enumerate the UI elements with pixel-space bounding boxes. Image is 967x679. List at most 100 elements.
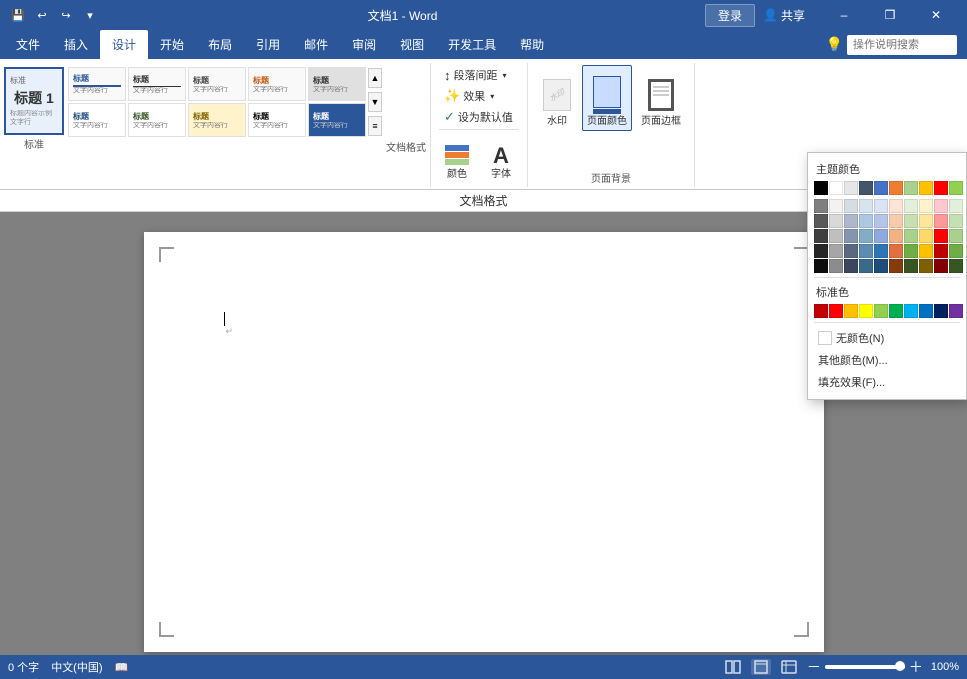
- color-cell[interactable]: [874, 181, 888, 195]
- colors-button[interactable]: 颜色: [439, 132, 475, 184]
- shade-cell[interactable]: [919, 259, 933, 273]
- shade-cell[interactable]: [859, 199, 873, 213]
- standard-color-cell[interactable]: [844, 304, 858, 318]
- style-item-9[interactable]: 标题 文字内容行: [248, 103, 306, 137]
- shade-cell[interactable]: [919, 214, 933, 228]
- shade-cell[interactable]: [919, 229, 933, 243]
- undo-icon[interactable]: ↩: [32, 5, 52, 25]
- standard-color-cell[interactable]: [904, 304, 918, 318]
- no-color-item[interactable]: 无颜色(N): [814, 327, 960, 349]
- tab-home[interactable]: 开始: [148, 30, 196, 59]
- fill-effects-item[interactable]: 填充效果(F)...: [814, 371, 960, 393]
- shade-cell[interactable]: [949, 199, 963, 213]
- shade-cell[interactable]: [904, 214, 918, 228]
- shade-cell[interactable]: [889, 199, 903, 213]
- shade-cell[interactable]: [934, 214, 948, 228]
- style-item-4[interactable]: 标题 文字内容行: [248, 67, 306, 101]
- gallery-scroll-up[interactable]: ▲: [368, 68, 382, 88]
- shade-cell[interactable]: [904, 199, 918, 213]
- standard-color-cell[interactable]: [859, 304, 873, 318]
- tab-view[interactable]: 视图: [388, 30, 436, 59]
- style-item-7[interactable]: 标题 文字内容行: [128, 103, 186, 137]
- redo-icon[interactable]: ↪: [56, 5, 76, 25]
- shade-cell[interactable]: [949, 214, 963, 228]
- shade-cell[interactable]: [829, 214, 843, 228]
- tab-layout[interactable]: 布局: [196, 30, 244, 59]
- shade-cell[interactable]: [934, 259, 948, 273]
- more-colors-item[interactable]: 其他颜色(M)...: [814, 349, 960, 371]
- shade-cell[interactable]: [874, 229, 888, 243]
- gallery-expand[interactable]: ≡: [368, 116, 382, 136]
- tab-developer[interactable]: 开发工具: [436, 30, 508, 59]
- shade-cell[interactable]: [844, 229, 858, 243]
- standard-color-cell[interactable]: [934, 304, 948, 318]
- standard-color-cell[interactable]: [874, 304, 888, 318]
- shade-cell[interactable]: [829, 229, 843, 243]
- document-page[interactable]: ↵: [144, 232, 824, 652]
- color-cell[interactable]: [904, 181, 918, 195]
- login-button[interactable]: 登录: [705, 4, 755, 27]
- gallery-scroll-down[interactable]: ▼: [368, 92, 382, 112]
- style-item-10[interactable]: 标题 文字内容行: [308, 103, 366, 137]
- style-item-8[interactable]: 标题 文字内容行: [188, 103, 246, 137]
- page-color-button[interactable]: 页面颜色: [582, 65, 632, 131]
- color-cell[interactable]: [949, 181, 963, 195]
- watermark-button[interactable]: 水印 水印: [536, 65, 578, 131]
- shade-cell[interactable]: [949, 229, 963, 243]
- shade-cell[interactable]: [889, 244, 903, 258]
- set-default-button[interactable]: ✓ 设为默认值: [439, 107, 519, 127]
- color-cell[interactable]: [814, 181, 828, 195]
- standard-color-cell[interactable]: [949, 304, 963, 318]
- shade-cell[interactable]: [859, 229, 873, 243]
- color-cell[interactable]: [889, 181, 903, 195]
- standard-color-cell[interactable]: [919, 304, 933, 318]
- tab-design[interactable]: 设计: [100, 30, 148, 59]
- style-item-2[interactable]: 标题 文字内容行: [128, 67, 186, 101]
- shade-cell[interactable]: [874, 199, 888, 213]
- customize-quick-access-icon[interactable]: ▾: [80, 5, 100, 25]
- shade-cell[interactable]: [904, 244, 918, 258]
- shade-cell[interactable]: [889, 214, 903, 228]
- print-layout-button[interactable]: [751, 659, 771, 675]
- shade-cell[interactable]: [949, 244, 963, 258]
- shade-cell[interactable]: [814, 229, 828, 243]
- color-cell[interactable]: [829, 181, 843, 195]
- shade-cell[interactable]: [859, 244, 873, 258]
- shade-cell[interactable]: [814, 214, 828, 228]
- shade-cell[interactable]: [844, 259, 858, 273]
- tab-review[interactable]: 审阅: [340, 30, 388, 59]
- save-icon[interactable]: 💾: [8, 5, 28, 25]
- shade-cell[interactable]: [874, 214, 888, 228]
- tab-references[interactable]: 引用: [244, 30, 292, 59]
- shade-cell[interactable]: [919, 244, 933, 258]
- shade-cell[interactable]: [934, 244, 948, 258]
- effects-button[interactable]: ✨ 效果 ▾: [439, 86, 519, 106]
- shade-cell[interactable]: [829, 259, 843, 273]
- search-input[interactable]: [847, 35, 957, 55]
- minimize-button[interactable]: –: [821, 0, 867, 30]
- color-cell[interactable]: [934, 181, 948, 195]
- shade-cell[interactable]: [859, 214, 873, 228]
- shade-cell[interactable]: [844, 199, 858, 213]
- shade-cell[interactable]: [829, 244, 843, 258]
- tab-help[interactable]: 帮助: [508, 30, 556, 59]
- shade-cell[interactable]: [889, 229, 903, 243]
- style-item-3[interactable]: 标题 文字内容行: [188, 67, 246, 101]
- shade-cell[interactable]: [934, 199, 948, 213]
- tab-file[interactable]: 文件: [4, 30, 52, 59]
- shade-cell[interactable]: [949, 259, 963, 273]
- shade-cell[interactable]: [889, 259, 903, 273]
- color-cell[interactable]: [844, 181, 858, 195]
- share-button[interactable]: 👤 共享: [763, 7, 805, 24]
- shade-cell[interactable]: [814, 199, 828, 213]
- shade-cell[interactable]: [874, 259, 888, 273]
- style-item-5[interactable]: 标题 文字内容行: [308, 67, 366, 101]
- shade-cell[interactable]: [829, 199, 843, 213]
- shade-cell[interactable]: [919, 199, 933, 213]
- shade-cell[interactable]: [934, 229, 948, 243]
- shade-cell[interactable]: [814, 259, 828, 273]
- read-view-button[interactable]: [723, 659, 743, 675]
- close-button[interactable]: ✕: [913, 0, 959, 30]
- tab-insert[interactable]: 插入: [52, 30, 100, 59]
- tab-mailings[interactable]: 邮件: [292, 30, 340, 59]
